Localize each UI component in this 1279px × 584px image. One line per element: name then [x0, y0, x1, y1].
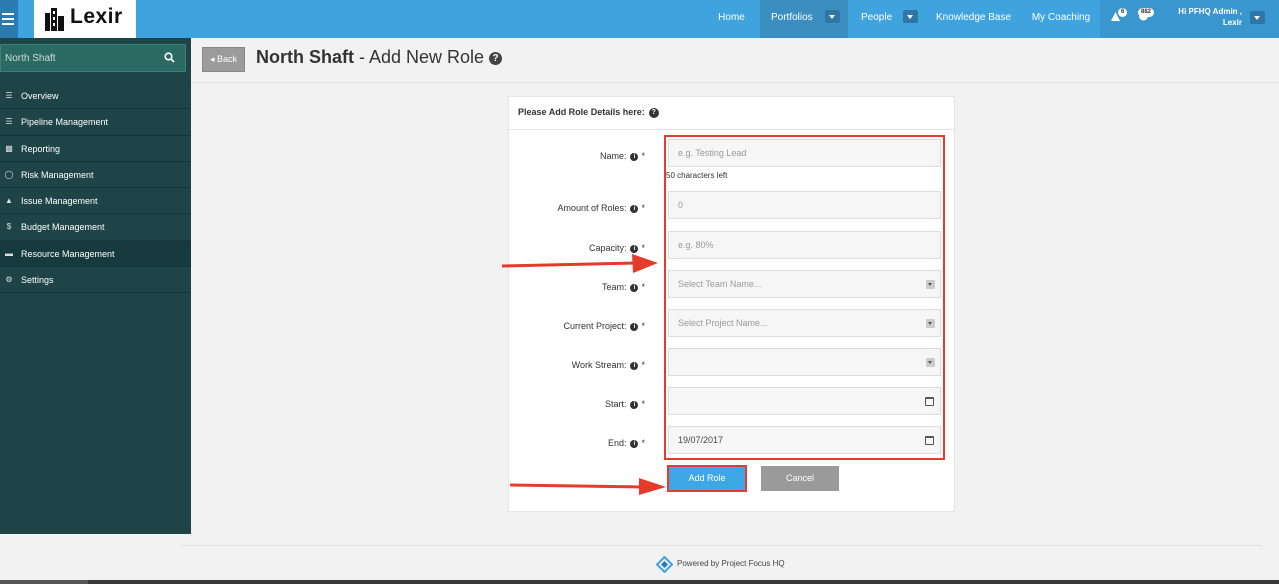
bottom-bar-accent — [0, 580, 88, 584]
end-label: End: i * — [608, 438, 645, 448]
required-mark: * — [641, 203, 645, 213]
cancel-button[interactable]: Cancel — [761, 466, 839, 491]
bottom-bar — [0, 580, 1279, 584]
nav-portfolios-label: Portfolios — [771, 12, 813, 23]
required-mark: * — [641, 151, 645, 161]
team-label: Team: i * — [602, 282, 645, 292]
search-icon[interactable] — [164, 52, 175, 63]
team-label-text: Team: — [601, 282, 627, 292]
sidebar-item-overview[interactable]: ☰ Overview — [0, 83, 191, 110]
sidebar-item-settings[interactable]: ⚙ Settings — [0, 267, 191, 294]
back-button[interactable]: ◂ Back — [202, 47, 245, 72]
chevron-down-icon[interactable] — [825, 10, 840, 23]
arrow-annotation-icon — [501, 254, 658, 273]
logo-text: Lexir — [70, 5, 123, 28]
sidebar-item-label: Settings — [21, 275, 54, 286]
list-icon: ☰ — [5, 91, 13, 100]
hamburger-menu-icon[interactable] — [0, 0, 18, 38]
sidebar-item-label: Resource Management — [21, 248, 115, 259]
form-heading-text: Please Add Role Details here: — [518, 107, 645, 117]
arrow-annotation-icon — [509, 478, 666, 495]
portfolio-search[interactable]: North Shaft — [0, 44, 186, 72]
user-greeting-line1: Hi PFHQ Admin , — [1178, 7, 1242, 16]
info-icon[interactable]: i — [630, 440, 639, 448]
page-title-action: - Add New Role — [354, 47, 490, 67]
info-icon[interactable]: i — [630, 401, 639, 409]
form-heading: Please Add Role Details here:? — [509, 97, 954, 130]
required-mark: * — [641, 321, 645, 331]
info-icon[interactable]: i — [630, 205, 639, 213]
nav-people[interactable]: People — [850, 0, 922, 38]
app-logo[interactable]: Lexir — [34, 0, 136, 38]
end-label-text: End: — [607, 438, 627, 448]
user-greeting-line2: Lexir — [1222, 18, 1242, 27]
footer: Powered by Project Focus HQ — [656, 555, 785, 573]
required-mark: * — [641, 438, 645, 448]
info-icon[interactable]: i — [630, 362, 639, 370]
current-project-label: Current Project: i * — [563, 321, 645, 331]
info-icon[interactable]: i — [630, 323, 639, 331]
start-label: Start: i * — [605, 399, 645, 409]
info-icon[interactable]: i — [630, 284, 639, 292]
current-project-label-text: Current Project: — [563, 321, 627, 331]
chevron-down-icon[interactable] — [903, 10, 918, 23]
sidebar-item-reporting[interactable]: ▩ Reporting — [0, 136, 191, 162]
list-icon: ☰ — [5, 117, 13, 127]
portfolio-search-text: North Shaft — [5, 53, 56, 64]
footer-text: Powered by Project Focus HQ — [677, 559, 785, 568]
start-label-text: Start: — [604, 399, 627, 409]
nav-portfolios[interactable]: Portfolios — [760, 0, 848, 38]
page-title: North Shaft - Add New Role ? — [256, 47, 503, 68]
sidebar-item-label: Pipeline Management — [21, 117, 109, 128]
sidebar-item-pipeline-management[interactable]: ☰ Pipeline Management — [0, 109, 191, 136]
sidebar-item-label: Risk Management — [21, 169, 94, 180]
folder-icon: ▬ — [5, 248, 13, 258]
sidebar-item-label: Reporting — [21, 143, 61, 154]
nav-home[interactable]: Home — [709, 0, 754, 38]
lightbulb-icon: ◯ — [4, 169, 14, 179]
user-menu-chevron-icon[interactable] — [1250, 11, 1265, 24]
sidebar-item-label: Budget Management — [21, 222, 105, 233]
project-focus-logo-icon — [656, 556, 673, 573]
nav-people-label: People — [861, 12, 893, 23]
name-label: Name: i * — [600, 151, 645, 161]
page-title-portfolio: North Shaft — [256, 47, 354, 67]
sidebar-item-label: Overview — [21, 91, 59, 101]
info-icon[interactable]: i — [630, 153, 639, 161]
help-icon[interactable]: ? — [648, 108, 659, 118]
divider — [191, 82, 1279, 83]
warning-icon: ▲ — [5, 196, 13, 206]
caret-left-icon: ◂ — [209, 54, 215, 64]
gears-icon: ⚙ — [5, 275, 13, 285]
work-stream-label: Work Stream: i * — [572, 360, 645, 370]
bar-chart-icon: ▩ — [5, 143, 13, 153]
sidebar-item-budget-management[interactable]: $ Budget Management — [0, 214, 191, 241]
name-label-text: Name: — [599, 151, 627, 161]
sidebar-item-issue-management[interactable]: ▲ Issue Management — [0, 188, 191, 215]
sidebar-item-risk-management[interactable]: ◯ Risk Management — [0, 162, 191, 189]
dollar-icon: $ — [6, 222, 12, 232]
work-stream-label-text: Work Stream: — [571, 360, 627, 370]
required-mark: * — [641, 360, 645, 370]
nav-knowledge-base[interactable]: Knowledge Base — [932, 0, 1015, 38]
sidebar-item-label: Issue Management — [21, 196, 98, 207]
help-icon[interactable]: ? — [489, 52, 503, 65]
building-logo-icon — [45, 8, 64, 31]
add-role-button[interactable]: Add Role — [669, 467, 745, 490]
fields-highlight-box — [664, 135, 945, 460]
required-mark: * — [641, 282, 645, 292]
back-button-label: Back — [217, 54, 238, 64]
sidebar-item-resource-management[interactable]: ▬ Resource Management — [0, 240, 191, 268]
required-mark: * — [641, 399, 645, 409]
amount-of-roles-label: Amount of Roles: i * — [557, 203, 645, 213]
messages-count-badge: 882 — [1138, 8, 1155, 17]
sidebar-menu: ☰ Overview ☰ Pipeline Management ▩ Repor… — [0, 83, 191, 294]
amount-label-text: Amount of Roles: — [557, 203, 627, 213]
user-greeting[interactable]: Hi PFHQ Admin , Lexir — [1178, 6, 1242, 28]
sidebar: North Shaft ☰ Overview ☰ Pipeline Manage… — [0, 38, 191, 534]
top-nav-bar: Lexir Home Portfolios People Knowledge B… — [0, 0, 1279, 38]
nav-my-coaching[interactable]: My Coaching — [1028, 0, 1094, 38]
footer-divider — [181, 545, 1262, 546]
